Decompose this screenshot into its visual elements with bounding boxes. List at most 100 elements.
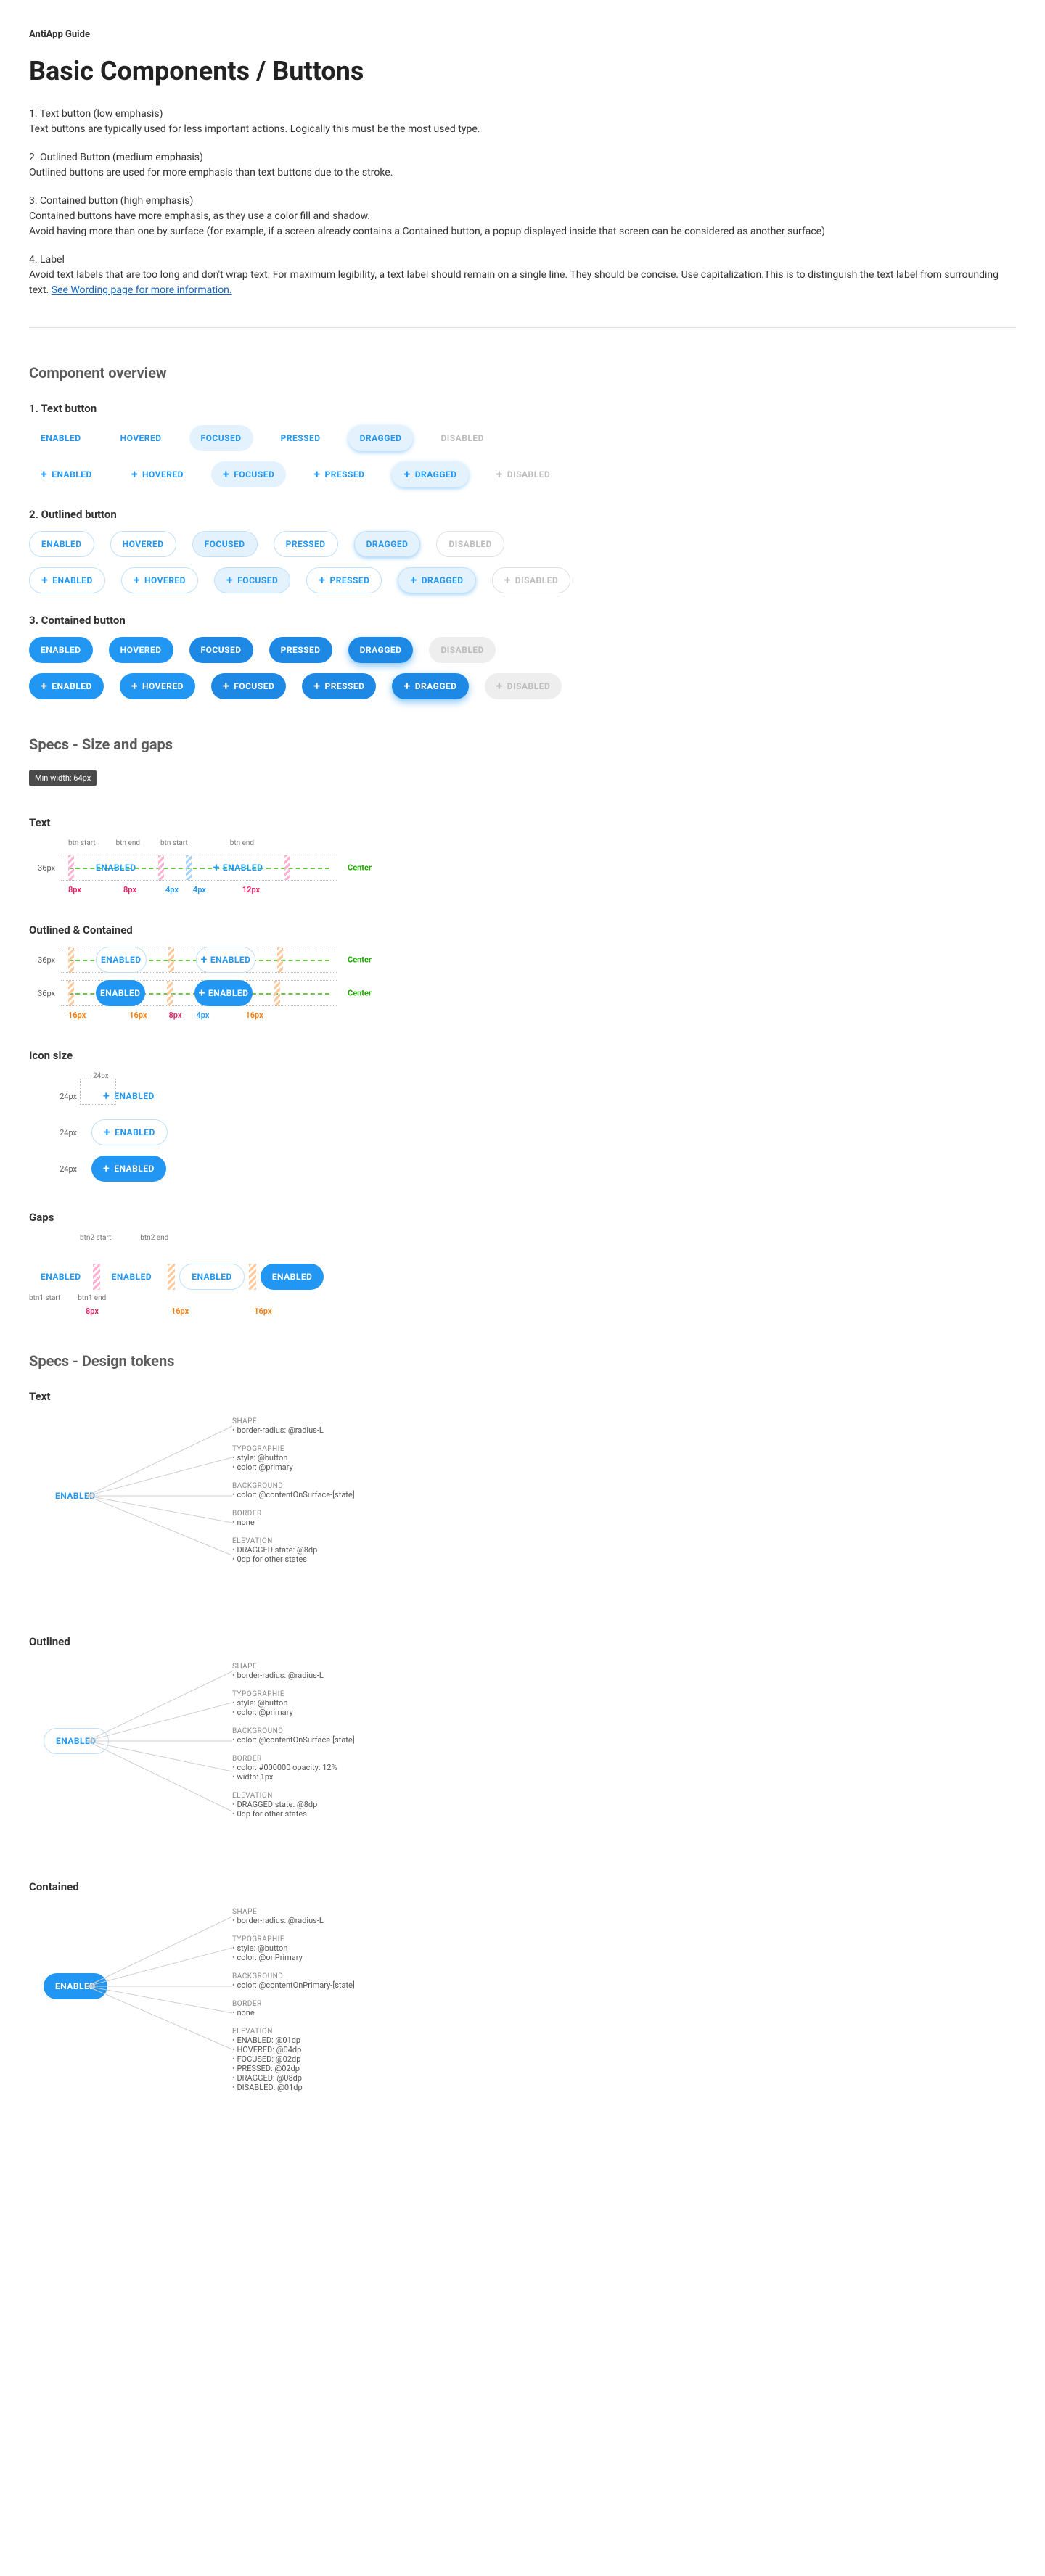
contained-button-icon-row: +Enabled +Hovered +Focused +Pressed +Dra…: [29, 673, 1016, 699]
intro-3-body: Contained buttons have more emphasis, as…: [29, 210, 825, 237]
pad-mark: [158, 855, 164, 880]
height-36: 36px: [29, 989, 61, 998]
spec-cont-btn: Enabled: [96, 980, 145, 1006]
contained-dragged[interactable]: Dragged: [348, 637, 414, 663]
tok-shape-hd: SHAPE: [232, 1417, 355, 1425]
outlined-pressed[interactable]: Pressed: [274, 531, 338, 557]
outlined-focused[interactable]: Focused: [192, 531, 258, 557]
contained-icon-enabled[interactable]: +Enabled: [29, 673, 104, 699]
outlined-icon-dragged[interactable]: +Dragged: [398, 567, 475, 593]
plus-icon: +: [41, 575, 48, 586]
tokens-contained-diagram: Enabled SHAPE border-radius: @radius-L T…: [44, 1908, 1016, 2140]
pad-12: 12px: [242, 885, 260, 894]
tok-elev-f: FOCUSED: @02dp: [232, 2054, 355, 2064]
tok-bg-item: color: @contentOnSurface-[state]: [232, 1490, 355, 1499]
text-icon-enabled[interactable]: +Enabled: [29, 461, 104, 487]
gap-mark: [168, 1264, 175, 1290]
center-label: Center: [348, 989, 372, 998]
plus-icon: +: [223, 680, 229, 692]
contained-icon-dragged[interactable]: +Dragged: [392, 673, 468, 699]
spec-icon-heading: Icon size: [29, 1049, 1016, 1062]
pad-mark: [284, 855, 290, 880]
lbl-btn-start: btn start: [160, 839, 188, 847]
center-label: Center: [348, 955, 372, 965]
icon-cont-btn: +Enabled: [91, 1156, 166, 1182]
tok-shape-item: border-radius: @radius-L: [232, 1916, 355, 1925]
contained-icon-focused[interactable]: +Focused: [211, 673, 286, 699]
plus-icon: +: [131, 469, 138, 480]
text-focused[interactable]: Focused: [189, 425, 253, 451]
height-36: 36px: [29, 863, 61, 873]
text-dragged[interactable]: Dragged: [348, 425, 414, 451]
tok-typo-color: color: @primary: [232, 1462, 355, 1472]
tokens-contained-heading: Contained: [29, 1880, 1016, 1893]
text-icon-pressed[interactable]: +Pressed: [302, 461, 376, 487]
text-icon-dragged[interactable]: +Dragged: [392, 461, 468, 487]
text-icon-hovered[interactable]: +Hovered: [120, 461, 195, 487]
contained-icon-hovered[interactable]: +Hovered: [120, 673, 195, 699]
pad-16: 16px: [68, 1011, 86, 1020]
pad-mark: [68, 981, 74, 1005]
contained-pressed[interactable]: Pressed: [269, 637, 332, 663]
tok-shape-hd: SHAPE: [232, 1663, 355, 1671]
height-36: 36px: [29, 955, 61, 965]
tok-bg-hd: BACKGROUND: [232, 1727, 355, 1735]
tokens-text-heading: Text: [29, 1390, 1016, 1403]
tok-elev-hd: ELEVATION: [232, 1792, 355, 1800]
plus-icon: +: [403, 680, 410, 692]
tok-border-hd: BORDER: [232, 1510, 355, 1518]
plus-icon: +: [314, 680, 320, 692]
specs-tokens-heading: Specs - Design tokens: [29, 1352, 1016, 1370]
tok-elev-h: HOVERED: @04dp: [232, 2045, 355, 2054]
text-icon-disabled: +Disabled: [485, 461, 562, 487]
outlined-hovered[interactable]: Hovered: [110, 531, 176, 557]
tok-shape-item: border-radius: @radius-L: [232, 1671, 355, 1680]
tok-border-width: width: 1px: [232, 1772, 355, 1782]
tokens-text-diagram: Enabled SHAPE border-radius: @radius-L T…: [44, 1417, 1016, 1592]
outlined-button-icon-row: +Enabled +Hovered +Focused +Pressed +Dra…: [29, 567, 1016, 593]
spec-out-icon-btn: +Enabled: [196, 947, 256, 973]
24-square: [80, 1079, 116, 1105]
contained-enabled[interactable]: Enabled: [29, 637, 93, 663]
outlined-dragged[interactable]: Dragged: [354, 531, 421, 557]
text-hovered[interactable]: Hovered: [109, 425, 173, 451]
contained-hovered[interactable]: Hovered: [109, 637, 173, 663]
outlined-icon-focused[interactable]: +Focused: [214, 567, 290, 593]
text-pressed[interactable]: Pressed: [269, 425, 332, 451]
tok-bg-hd: BACKGROUND: [232, 1482, 355, 1490]
gap-16: 16px: [171, 1306, 189, 1316]
text-enabled[interactable]: Enabled: [29, 425, 93, 451]
spec-icon-size: Icon size 24px 24px +Enabled 24px +Enabl…: [29, 1049, 1016, 1182]
tok-border-item: none: [232, 1518, 355, 1527]
tokens-outlined-heading: Outlined: [29, 1635, 1016, 1648]
outlined-enabled[interactable]: Enabled: [29, 531, 94, 557]
section-outlined-button: 2. Outlined button: [29, 508, 1016, 521]
text-button-icon-row: +Enabled +Hovered +Focused +Pressed +Dra…: [29, 461, 1016, 487]
gap-16: 16px: [254, 1306, 271, 1316]
intro-3-lead: 3. Contained button (high emphasis): [29, 195, 193, 207]
tok-bg-hd: BACKGROUND: [232, 1972, 355, 1980]
outlined-disabled: Disabled: [436, 531, 504, 557]
tok-elev-p: PRESSED: @02dp: [232, 2064, 355, 2073]
gap-cont: Enabled: [261, 1264, 324, 1290]
outlined-icon-pressed[interactable]: +Pressed: [306, 567, 382, 593]
spec-cont-icon-btn: +Enabled: [194, 980, 253, 1006]
outlined-icon-enabled[interactable]: +Enabled: [29, 567, 105, 593]
wording-link[interactable]: See Wording page for more information.: [52, 284, 232, 296]
tok-border-item: none: [232, 2008, 355, 2017]
plus-icon: +: [504, 575, 511, 586]
tok-elev-other: 0dp for other states: [232, 1809, 355, 1819]
plus-icon: +: [103, 1163, 110, 1174]
lbl-btn2-end: btn2 end: [140, 1234, 168, 1242]
plus-icon: +: [131, 680, 138, 692]
contained-icon-pressed[interactable]: +Pressed: [302, 673, 376, 699]
contained-focused[interactable]: Focused: [189, 637, 253, 663]
pad-8: 8px: [123, 885, 136, 894]
text-button-row: Enabled Hovered Focused Pressed Dragged …: [29, 425, 1016, 451]
lbl-btn2-start: btn2 start: [80, 1234, 111, 1242]
text-icon-focused[interactable]: +Focused: [211, 461, 286, 487]
connector-lines: [87, 1908, 232, 2140]
outlined-icon-hovered[interactable]: +Hovered: [121, 567, 198, 593]
spec-oc-heading: Outlined & Contained: [29, 923, 1016, 937]
pad-mark: [277, 947, 283, 972]
